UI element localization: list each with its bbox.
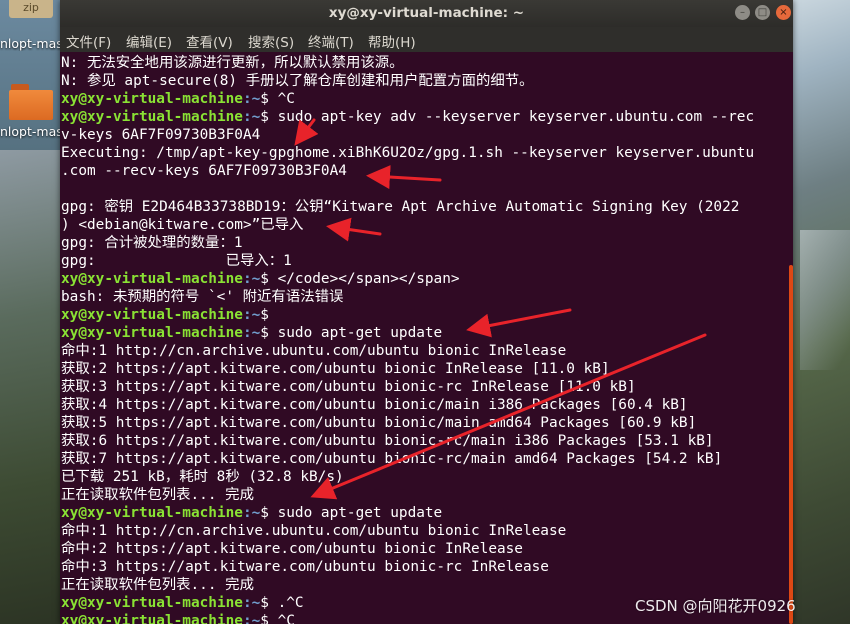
terminal-output-line: gpg: 已导入：1 — [61, 253, 292, 269]
prompt-user: xy@xy-virtual-machine — [61, 325, 243, 341]
terminal-output-line: bash: 未预期的符号 `<' 附近有语法错误 — [61, 289, 344, 305]
prompt-path: :~ — [242, 109, 261, 125]
terminal-prompt-line: xy@xy-virtual-machine:~$ sudo apt-get up… — [61, 504, 442, 522]
prompt-user: xy@xy-virtual-machine — [61, 595, 243, 611]
prompt-command: $ sudo apt-key adv --keyserver keyserver… — [260, 109, 755, 125]
minimize-button[interactable]: – — [735, 5, 750, 20]
terminal-prompt-line: xy@xy-virtual-machine:~$ </code></span><… — [61, 270, 460, 288]
prompt-path: :~ — [242, 325, 261, 341]
menu-terminal[interactable]: 终端(T) — [308, 31, 354, 51]
terminal-window: xy@xy-virtual-machine: ~ – □ × 文件(F) 编辑(… — [60, 0, 793, 624]
terminal-output-line: 获取:5 https://apt.kitware.com/ubuntu bion… — [61, 415, 697, 431]
terminal-prompt-line: xy@xy-virtual-machine:~$ sudo apt-key ad… — [61, 108, 754, 126]
terminal-output-line: 正在读取软件包列表... 完成 — [61, 577, 254, 593]
prompt-command: $ sudo apt-get update — [260, 505, 443, 521]
terminal-output-line: 获取:2 https://apt.kitware.com/ubuntu bion… — [61, 361, 610, 377]
terminal-output-line: N: 参见 apt-secure(8) 手册以了解仓库创建和用户配置方面的细节。 — [61, 73, 534, 89]
terminal-prompt-line: xy@xy-virtual-machine:~$ ^C — [61, 90, 295, 108]
terminal-prompt-line: xy@xy-virtual-machine:~$ .^C — [61, 594, 304, 612]
terminal-output-line: 获取:7 https://apt.kitware.com/ubuntu bion… — [61, 451, 723, 467]
window-title: xy@xy-virtual-machine: ~ — [328, 5, 525, 21]
prompt-path: :~ — [242, 505, 261, 521]
terminal-output-line: 命中:1 http://cn.archive.ubuntu.com/ubuntu… — [61, 343, 567, 359]
terminal-output-line: Executing: /tmp/apt-key-gpghome.xiBhK6U2… — [61, 145, 755, 161]
terminal-output-line: ) <debian@kitware.com>”已导入 — [61, 217, 304, 233]
prompt-command: $ — [260, 307, 269, 323]
terminal-prompt-line: xy@xy-virtual-machine:~$ ^C — [61, 612, 295, 624]
csdn-watermark: CSDN @向阳花开0926 — [635, 597, 796, 615]
prompt-path: :~ — [242, 595, 261, 611]
prompt-user: xy@xy-virtual-machine — [61, 91, 243, 107]
terminal-output-line: 已下载 251 kB，耗时 8秒 (32.8 kB/s) — [61, 469, 344, 485]
prompt-path: :~ — [242, 271, 261, 287]
terminal-output-line: 获取:3 https://apt.kitware.com/ubuntu bion… — [61, 379, 636, 395]
terminal-scrollbar[interactable] — [789, 265, 793, 624]
terminal-output-line: 正在读取软件包列表... 完成 — [61, 487, 254, 503]
prompt-command: $ ^C — [260, 613, 295, 624]
prompt-path: :~ — [242, 307, 261, 323]
terminal-output-line: 命中:3 https://apt.kitware.com/ubuntu bion… — [61, 559, 549, 575]
terminal-output-line: .com --recv-keys 6AF7F09730B3F0A4 — [61, 163, 347, 179]
terminal-output-line: gpg: 合计被处理的数量：1 — [61, 235, 243, 251]
menu-view[interactable]: 查看(V) — [186, 31, 233, 51]
snow-patch — [800, 230, 850, 370]
terminal-output[interactable]: N: 无法安全地用该源进行更新，所以默认禁用该源。 N: 参见 apt-secur… — [60, 52, 793, 624]
menu-edit[interactable]: 编辑(E) — [126, 31, 172, 51]
terminal-output-line: gpg: 密钥 E2D464B33738BD19：公钥“Kitware Apt … — [61, 199, 740, 215]
menu-help[interactable]: 帮助(H) — [368, 31, 416, 51]
desktop-icon-zip-file[interactable]: zip nlopt-master.zip — [0, 0, 62, 51]
prompt-user: xy@xy-virtual-machine — [61, 307, 243, 323]
maximize-button[interactable]: □ — [755, 5, 770, 20]
prompt-user: xy@xy-virtual-machine — [61, 109, 243, 125]
terminal-prompt-line: xy@xy-virtual-machine:~$ — [61, 306, 269, 324]
terminal-output-line: 获取:6 https://apt.kitware.com/ubuntu bion… — [61, 433, 714, 449]
prompt-user: xy@xy-virtual-machine — [61, 505, 243, 521]
zip-file-icon: zip — [9, 0, 53, 18]
menu-file[interactable]: 文件(F) — [66, 31, 111, 51]
prompt-user: xy@xy-virtual-machine — [61, 271, 243, 287]
prompt-command: $ </code></span></span> — [260, 271, 460, 287]
prompt-path: :~ — [242, 91, 261, 107]
prompt-command: $ .^C — [260, 595, 304, 611]
terminal-prompt-line: xy@xy-virtual-machine:~$ sudo apt-get up… — [61, 324, 442, 342]
desktop-icon-label: nlopt-master.zip — [0, 36, 62, 51]
close-button[interactable]: × — [776, 5, 791, 20]
terminal-output-line: N: 无法安全地用该源进行更新，所以默认禁用该源。 — [61, 55, 404, 71]
folder-icon — [9, 84, 53, 120]
prompt-command: $ sudo apt-get update — [260, 325, 443, 341]
mountain-scenery-left — [0, 150, 62, 624]
desktop-icon-label: nlopt-master — [0, 124, 62, 139]
terminal-output-line: 获取:4 https://apt.kitware.com/ubuntu bion… — [61, 397, 688, 413]
window-titlebar[interactable]: xy@xy-virtual-machine: ~ – □ × — [60, 0, 793, 27]
prompt-command: $ ^C — [260, 91, 295, 107]
menu-search[interactable]: 搜索(S) — [248, 31, 294, 51]
terminal-output-line: 命中:1 http://cn.archive.ubuntu.com/ubuntu… — [61, 523, 567, 539]
menu-bar: 文件(F) 编辑(E) 查看(V) 搜索(S) 终端(T) 帮助(H) — [60, 27, 793, 52]
desktop-icon-folder[interactable]: nlopt-master — [0, 84, 62, 139]
terminal-output-line: v-keys 6AF7F09730B3F0A4 — [61, 127, 261, 143]
prompt-path: :~ — [242, 613, 261, 624]
prompt-user: xy@xy-virtual-machine — [61, 613, 243, 624]
terminal-output-line: 命中:2 https://apt.kitware.com/ubuntu bion… — [61, 541, 523, 557]
